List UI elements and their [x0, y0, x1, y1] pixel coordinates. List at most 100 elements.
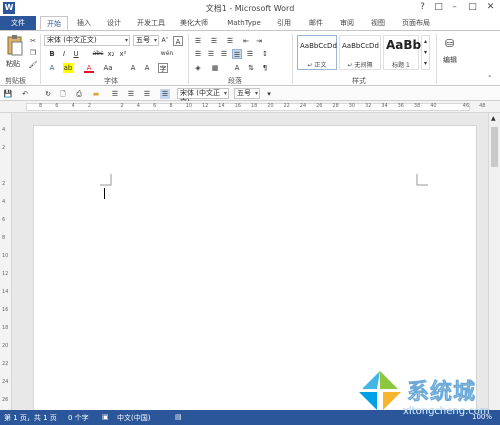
style-heading1[interactable]: AaBb 标题 1 [383, 35, 421, 70]
vertical-ruler[interactable]: 4 2 2 4 6 8 10 12 14 16 18 20 22 24 26 [0, 113, 12, 410]
show-marks-icon[interactable]: ¶ [260, 63, 270, 73]
format-painter-icon[interactable]: 🖌 [28, 60, 38, 70]
scroll-up-icon[interactable]: ▲ [491, 115, 496, 122]
binoculars-icon[interactable]: ⛁ [445, 37, 454, 50]
tab-review[interactable]: 审阅 [336, 16, 358, 30]
group-label-clipboard: 剪贴板 [5, 77, 26, 85]
vruler-tick-label: 10 [2, 253, 9, 259]
watermark-text: 系统城 [407, 380, 477, 406]
help-button[interactable]: ? [416, 1, 429, 14]
vruler-tick-label: 24 [2, 379, 9, 385]
maximize-button[interactable]: □ [466, 1, 479, 14]
tab-mathtype[interactable]: MathType [222, 16, 266, 30]
shading-icon[interactable]: ◈ [193, 63, 203, 73]
scroll-thumb[interactable] [491, 127, 498, 167]
asian-layout-icon[interactable]: A [232, 63, 242, 73]
close-button[interactable]: ✕ [484, 1, 497, 14]
clear-format-icon[interactable]: A [142, 63, 152, 73]
styles-scroll[interactable]: ▴ ▾ ▾ [421, 35, 430, 70]
tab-mailings[interactable]: 邮件 [305, 16, 327, 30]
increase-indent-icon[interactable]: ⇥ [254, 36, 264, 46]
qat-align-center-icon[interactable]: ☰ [126, 89, 136, 99]
tab-file[interactable]: 文件 [0, 16, 36, 30]
align-right-icon[interactable]: ☰ [219, 49, 229, 59]
tab-home[interactable]: 开始 [40, 16, 68, 30]
ruler-tick-label: 18 [250, 103, 258, 109]
superscript-button[interactable]: x² [118, 49, 128, 59]
char-border-icon[interactable]: A [173, 36, 183, 46]
ruler-tick-label: 16 [234, 103, 241, 109]
macro-icon[interactable]: ▤ [175, 413, 182, 421]
font-name-combo[interactable]: 宋体 (中文正文) ▾ [44, 35, 130, 46]
qat-customize-icon[interactable]: ▾ [264, 89, 274, 99]
word-count[interactable]: 0 个字 [68, 413, 89, 423]
change-case-icon[interactable]: Aa [103, 63, 113, 73]
editing-button[interactable]: 编辑 [443, 55, 457, 65]
justify-icon[interactable]: ☰ [232, 49, 242, 59]
bold-button[interactable]: B [47, 49, 57, 59]
multilevel-list-icon[interactable]: ☰ [225, 36, 235, 46]
style-name: ↵ 正文 [307, 62, 327, 69]
redo-icon[interactable]: ↻ [43, 89, 53, 99]
tab-beautify[interactable]: 美化大师 [176, 16, 212, 30]
underline-button[interactable]: U [71, 49, 81, 59]
paste-label[interactable]: 粘贴 [6, 59, 20, 69]
font-size-combo[interactable]: 五号 ▾ [133, 35, 159, 46]
phonetic-guide-icon[interactable]: wén [160, 49, 174, 59]
qat-font-combo[interactable]: 宋体 (中文正文)▾ [177, 88, 229, 106]
tab-developer[interactable]: 开发工具 [133, 16, 169, 30]
enclose-char-icon[interactable]: 字 [158, 63, 168, 73]
vruler-tick-label: 4 [2, 199, 6, 205]
language[interactable]: 中文(中国) [117, 413, 150, 423]
collapse-ribbon-icon[interactable]: ˄ [488, 75, 492, 83]
style-normal[interactable]: AaBbCcDd ↵ 正文 [297, 35, 337, 70]
new-doc-icon[interactable]: 🗋 [58, 89, 68, 99]
ruler-tick-label: 4 [136, 103, 140, 109]
grow-font-icon[interactable]: A˄ [160, 36, 170, 46]
distributed-icon[interactable]: ☰ [245, 49, 255, 59]
tab-design[interactable]: 设计 [102, 16, 126, 30]
group-label-paragraph: 段落 [228, 77, 242, 85]
paste-icon[interactable] [6, 35, 24, 57]
vruler-tick-label: 2 [2, 181, 6, 187]
shrink-font-icon[interactable]: A [128, 63, 138, 73]
page-count[interactable]: 第 1 页，共 1 页 [4, 413, 57, 423]
tab-references[interactable]: 引用 [273, 16, 295, 30]
numbering-icon[interactable]: ☰ [209, 36, 219, 46]
sort-icon[interactable]: ⇅ [246, 63, 256, 73]
minimize-button[interactable]: – [448, 1, 461, 14]
qat-align-left-icon[interactable]: ☰ [110, 89, 120, 99]
save-icon[interactable]: 💾 [3, 89, 13, 99]
ruler-tick-label: 48 [479, 103, 486, 109]
copy-icon[interactable]: ❐ [28, 48, 38, 58]
ribbon-display-button[interactable]: □ [432, 1, 445, 14]
text-effects-icon[interactable]: A [47, 63, 57, 73]
qat-size-combo[interactable]: 五号 ▾ [234, 88, 260, 99]
style-no-spacing[interactable]: AaBbCcDd ↵ 无间隔 [339, 35, 381, 70]
subscript-button[interactable]: x₂ [106, 49, 116, 59]
qat-align-right-icon[interactable]: ☰ [142, 89, 152, 99]
borders-icon[interactable]: ▦ [210, 63, 220, 73]
undo-icon[interactable]: ↶ [20, 89, 30, 99]
align-left-icon[interactable]: ☰ [193, 49, 203, 59]
horizontal-ruler[interactable]: 8 6 4 2 2 4 6 8 10 12 14 16 18 20 22 24 26 28 30 32 34 36 38 40… [0, 101, 500, 113]
proofing-icon[interactable]: ▣ [102, 413, 109, 421]
style-sample: AaBbCcDd [342, 42, 379, 50]
font-color-icon[interactable]: A [84, 63, 94, 73]
tab-page-layout[interactable]: 页面布局 [398, 16, 434, 30]
highlight-color-icon[interactable]: ab [63, 63, 73, 73]
vruler-tick-label: 12 [2, 271, 9, 277]
qat-justify-icon[interactable]: ☰ [160, 89, 170, 99]
strikethrough-button[interactable]: abc [91, 49, 105, 59]
print-preview-icon[interactable]: ⎙ [74, 89, 84, 99]
tab-view[interactable]: 视图 [367, 16, 389, 30]
tab-insert[interactable]: 插入 [72, 16, 96, 30]
italic-button[interactable]: I [59, 49, 69, 59]
open-folder-icon[interactable]: ▬ [91, 89, 101, 99]
decrease-indent-icon[interactable]: ⇤ [241, 36, 251, 46]
line-spacing-icon[interactable]: ↕ [260, 49, 270, 59]
align-center-icon[interactable]: ☰ [206, 49, 216, 59]
vertical-scrollbar[interactable]: ▲ [488, 113, 500, 410]
cut-icon[interactable]: ✂ [28, 36, 38, 46]
bullets-icon[interactable]: ☰ [193, 36, 203, 46]
